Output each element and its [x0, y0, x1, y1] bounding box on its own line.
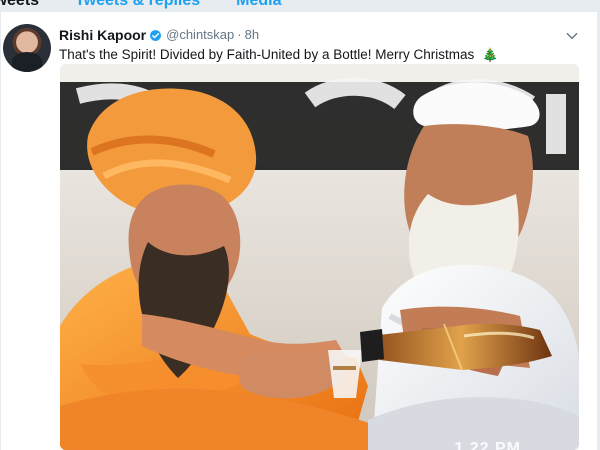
chevron-down-icon[interactable]: [565, 29, 579, 43]
tab-tweets-replies[interactable]: Tweets & replies: [75, 0, 200, 11]
tweet-header: Rishi Kapoor @chintskap · 8h: [59, 26, 259, 44]
tweet-body: That's the Spirit! Divided by Faith-Unit…: [59, 47, 475, 62]
timestamp-separator: ·: [237, 27, 242, 42]
tweet-image[interactable]: 1 22 PM: [60, 64, 579, 450]
tab-media[interactable]: Media: [236, 0, 281, 11]
image-overlay-text: 1 22 PM: [454, 440, 521, 450]
tweet-timestamp[interactable]: 8h: [245, 26, 259, 44]
tweet-card[interactable]: Rishi Kapoor @chintskap · 8h That's the …: [0, 12, 598, 450]
photo-of-two-men-sharing-drink: [60, 64, 579, 450]
christmas-tree-icon: 🎄: [482, 47, 499, 62]
verified-badge-icon: [150, 29, 162, 41]
glass: [328, 350, 362, 398]
author-name[interactable]: Rishi Kapoor: [59, 26, 146, 44]
profile-tabs: Tweets Tweets & replies Media: [0, 0, 600, 11]
tab-tweets[interactable]: Tweets: [0, 0, 39, 11]
avatar[interactable]: [3, 24, 51, 72]
author-handle[interactable]: @chintskap: [166, 26, 234, 44]
tweet-text: That's the Spirit! Divided by Faith-Unit…: [59, 46, 498, 64]
twitter-profile-timeline: Tweets Tweets & replies Media Rishi Kapo…: [0, 0, 600, 450]
